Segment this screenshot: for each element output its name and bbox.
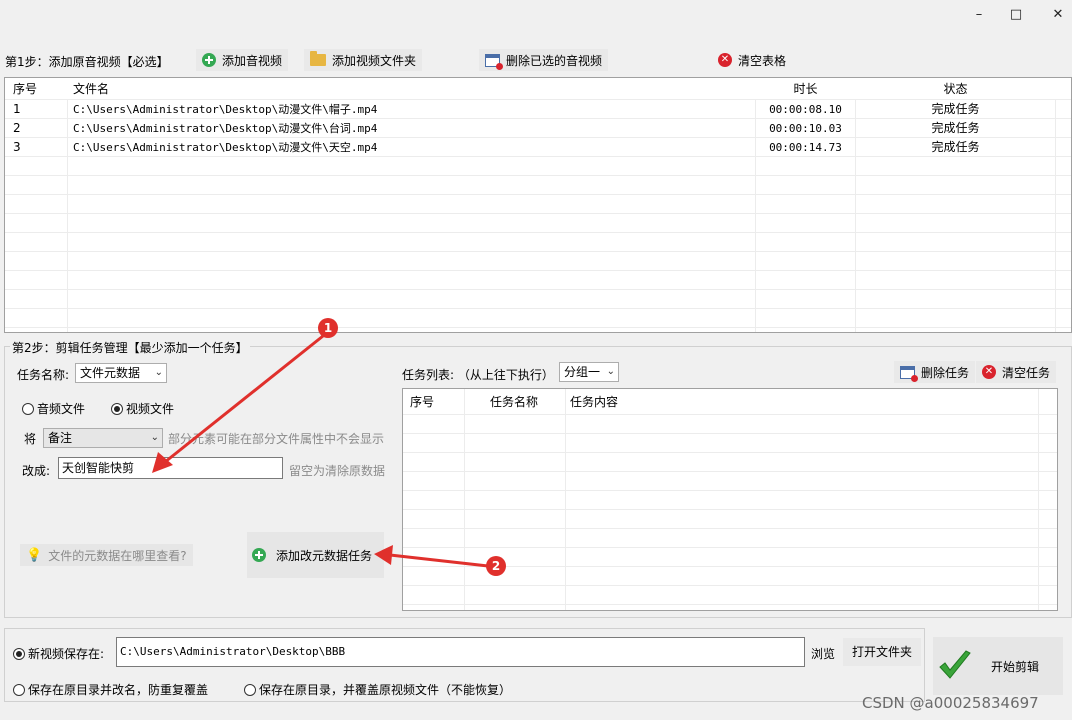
task-header-name: 任务名称: [490, 395, 539, 409]
radio-audio[interactable]: 音频文件: [22, 400, 85, 417]
row-index: 3: [13, 140, 21, 154]
start-edit-button[interactable]: 开始剪辑: [933, 637, 1063, 695]
add-audio-video-button[interactable]: 添加音视频: [196, 49, 289, 71]
task-name-select[interactable]: 文件元数据 ⌄: [75, 363, 167, 383]
change-hint: 留空为清除原数据: [289, 464, 386, 478]
table-row[interactable]: 1 C:\Users\Administrator\Desktop\动漫文件\帽子…: [5, 100, 1071, 119]
save-new-radio-circle: [13, 648, 25, 660]
header-status: 状态: [943, 82, 968, 96]
task-header-content: 任务内容: [570, 395, 619, 409]
row-index: 2: [13, 121, 21, 135]
change-label: 改成:: [22, 464, 51, 478]
checkmark-icon: [939, 650, 971, 679]
annotation-badge-1: 1: [318, 318, 338, 338]
clear-tasks-label: 清空任务: [1002, 365, 1051, 380]
start-edit-label: 开始剪辑: [991, 659, 1040, 674]
table-row[interactable]: 3 C:\Users\Administrator\Desktop\动漫文件\天空…: [5, 138, 1071, 157]
add-video-folder-label: 添加视频文件夹: [332, 53, 417, 68]
save-path-input[interactable]: C:\Users\Administrator\Desktop\BBB: [116, 637, 805, 667]
window-delete-icon: [900, 365, 918, 382]
field-hint: 部分元素可能在部分文件属性中不会显示: [168, 432, 385, 446]
browse-button[interactable]: 浏览: [811, 645, 835, 662]
row-duration: 00:00:08.10: [769, 103, 842, 116]
metadata-help-link[interactable]: 💡 文件的元数据在哪里查看?: [20, 544, 193, 566]
chevron-down-icon: ⌄: [150, 432, 159, 443]
task-list-label: 任务列表: （从上往下执行）: [402, 368, 554, 382]
clear-icon: ✕: [718, 53, 732, 67]
file-table[interactable]: 序号 文件名 时长 状态 1 C:\Users\Administrator\De…: [4, 77, 1072, 333]
delete-selected-label: 删除已选的音视频: [506, 53, 603, 68]
radio-video[interactable]: 视频文件: [111, 400, 174, 417]
annotation-badge-2: 2: [486, 556, 506, 576]
file-table-header: 序号 文件名 时长 状态: [5, 78, 1071, 100]
change-input[interactable]: 天创智能快剪: [58, 457, 283, 479]
add-icon: [202, 53, 216, 67]
open-folder-label: 打开文件夹: [851, 645, 912, 659]
lightbulb-icon: 💡: [26, 547, 43, 563]
save-path-value: C:\Users\Administrator\Desktop\BBB: [120, 645, 346, 658]
radio-audio-circle: [22, 403, 34, 415]
group-select[interactable]: 分组一 ⌄: [559, 362, 619, 382]
delete-task-button[interactable]: 删除任务: [894, 361, 976, 383]
close-button[interactable]: ✕: [1035, 0, 1072, 28]
add-metadata-task-label: 添加改元数据任务: [276, 548, 373, 563]
task-name-value: 文件元数据: [80, 366, 141, 380]
watermark: CSDN @a00025834697: [862, 694, 1039, 712]
radio-video-label: 视频文件: [126, 402, 175, 416]
field-value: 备注: [48, 431, 73, 445]
save-overwrite-label: 保存在原目录，并覆盖原视频文件（不能恢复）: [259, 683, 512, 697]
radio-audio-label: 音频文件: [37, 402, 86, 416]
add-icon: [252, 548, 266, 562]
clear-icon: ✕: [982, 365, 996, 379]
row-duration: 00:00:10.03: [769, 122, 842, 135]
save-rename-radio-circle: [13, 684, 25, 696]
chevron-down-icon: ⌄: [606, 366, 615, 377]
metadata-help-text: 文件的元数据在哪里查看?: [48, 548, 187, 563]
add-video-folder-button[interactable]: 添加视频文件夹: [304, 49, 423, 71]
add-metadata-task-button[interactable]: 添加改元数据任务: [247, 532, 384, 578]
row-filename: C:\Users\Administrator\Desktop\动漫文件\台词.m…: [73, 122, 378, 135]
save-overwrite-radio-circle: [244, 684, 256, 696]
task-header-index: 序号: [410, 395, 435, 409]
table-row[interactable]: 2 C:\Users\Administrator\Desktop\动漫文件\台词…: [5, 119, 1071, 138]
radio-video-circle: [111, 403, 123, 415]
open-folder-button[interactable]: 打开文件夹: [843, 638, 921, 666]
delete-selected-button[interactable]: 删除已选的音视频: [479, 49, 609, 71]
chevron-down-icon: ⌄: [154, 367, 163, 378]
task-table-header: 序号 任务名称 任务内容: [403, 389, 1057, 415]
change-input-value: 天创智能快剪: [62, 461, 135, 475]
row-status: 完成任务: [931, 121, 980, 135]
step2-label: 第2步：剪辑任务管理【最少添加一个任务】: [10, 339, 250, 356]
task-name-label: 任务名称:: [17, 368, 70, 382]
row-status: 完成任务: [931, 102, 980, 116]
field-select[interactable]: 备注 ⌄: [43, 428, 163, 448]
save-rename-label: 保存在原目录并改名，防重复覆盖: [28, 683, 209, 697]
header-filename: 文件名: [73, 82, 110, 96]
clear-table-button[interactable]: ✕ 清空表格: [712, 49, 792, 71]
save-new-label: 新视频保存在:: [28, 647, 105, 661]
row-index: 1: [13, 102, 21, 116]
save-overwrite-radio[interactable]: 保存在原目录，并覆盖原视频文件（不能恢复）: [244, 681, 511, 698]
row-duration: 00:00:14.73: [769, 141, 842, 154]
delete-task-label: 删除任务: [921, 365, 970, 380]
save-rename-radio[interactable]: 保存在原目录并改名，防重复覆盖: [13, 681, 208, 698]
folder-icon: [310, 51, 326, 66]
clear-table-label: 清空表格: [738, 53, 787, 68]
row-filename: C:\Users\Administrator\Desktop\动漫文件\天空.m…: [73, 141, 378, 154]
header-duration: 时长: [793, 82, 818, 96]
step1-label: 第1步：添加原音视频【必选】: [5, 55, 169, 69]
clear-tasks-button[interactable]: ✕ 清空任务: [976, 361, 1057, 383]
add-audio-video-label: 添加音视频: [222, 53, 283, 68]
maximize-button[interactable]: □: [993, 0, 1039, 28]
window-delete-icon: [485, 53, 503, 70]
header-index: 序号: [13, 82, 38, 96]
save-new-radio[interactable]: 新视频保存在:: [13, 645, 104, 662]
row-filename: C:\Users\Administrator\Desktop\动漫文件\帽子.m…: [73, 103, 378, 116]
row-status: 完成任务: [931, 140, 980, 154]
field-prefix: 将: [24, 432, 37, 446]
task-table[interactable]: 序号 任务名称 任务内容: [402, 388, 1058, 611]
group-value: 分组一: [564, 365, 601, 379]
